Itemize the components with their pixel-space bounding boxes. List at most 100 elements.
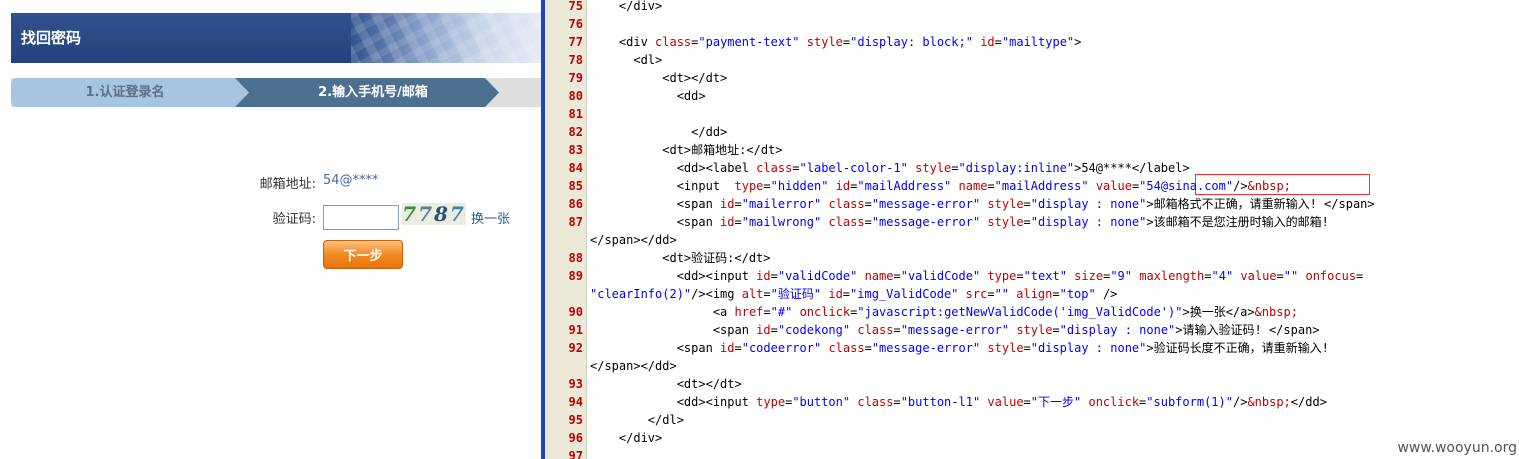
verification-code-input[interactable] bbox=[323, 205, 399, 230]
source-line: 93 <dt></dt> bbox=[569, 375, 742, 393]
code-token: "display : none" bbox=[1059, 323, 1176, 337]
code-token: "4" bbox=[1211, 269, 1234, 283]
source-line: 96 </div> bbox=[569, 429, 663, 447]
source-line: </span></dd> bbox=[590, 231, 677, 249]
line-number: 95 bbox=[568, 413, 583, 427]
source-line: 94 <dd><input type="button" class="butto… bbox=[569, 393, 1327, 411]
line-number: 97 bbox=[568, 449, 583, 459]
source-line: 83 <dt>邮箱地址:</dt> bbox=[569, 141, 783, 159]
masked-email-value: 54@**** bbox=[323, 173, 379, 188]
code-token: = bbox=[1023, 215, 1031, 229]
line-number: 96 bbox=[568, 431, 583, 445]
captcha-char: 7 bbox=[402, 203, 419, 225]
code-token: <dt></dt> bbox=[590, 71, 728, 85]
code-token: "#" bbox=[770, 305, 793, 319]
code-token: style bbox=[987, 215, 1024, 229]
line-number: 85 bbox=[568, 179, 583, 193]
code-token: = bbox=[1052, 287, 1060, 301]
code-token: onfocus bbox=[1305, 269, 1357, 283]
refresh-captcha-link[interactable]: 换一张 bbox=[471, 208, 510, 227]
code-token: </dd> bbox=[1290, 395, 1327, 409]
code-token: </span></dd> bbox=[590, 359, 677, 373]
code-token: id bbox=[756, 323, 771, 337]
code-token: align bbox=[1016, 287, 1053, 301]
line-number: 93 bbox=[568, 377, 583, 391]
code-token: id bbox=[835, 179, 851, 193]
code-token: "button-l1" bbox=[900, 395, 981, 409]
source-line: 89 <dd><input id="validCode" name="valid… bbox=[569, 267, 1364, 285]
code-token: = bbox=[763, 305, 771, 319]
code-token: <span bbox=[590, 323, 757, 337]
code-token: = bbox=[770, 323, 778, 337]
code-token: value bbox=[987, 395, 1024, 409]
source-line: 77 <div class="payment-text" style="disp… bbox=[569, 33, 1082, 51]
code-token: "hidden" bbox=[770, 179, 829, 193]
code-token: <dd><input bbox=[590, 269, 757, 283]
code-token: </span></dd> bbox=[590, 233, 677, 247]
code-token: = bbox=[734, 197, 742, 211]
email-address-label: 邮箱地址: bbox=[259, 177, 316, 192]
code-token: = bbox=[893, 269, 901, 283]
code-token: "display : none" bbox=[1030, 341, 1147, 355]
code-token: = bbox=[864, 341, 872, 355]
code-token: <div bbox=[590, 35, 656, 49]
code-token: = bbox=[1023, 395, 1031, 409]
source-line: 88 <dt>验证码:</dt> bbox=[569, 249, 771, 267]
code-token: "mailwrong" bbox=[741, 215, 822, 229]
code-token: = bbox=[1204, 269, 1212, 283]
code-token: </div> bbox=[590, 431, 663, 445]
code-token: type bbox=[756, 395, 786, 409]
code-token: = bbox=[763, 287, 771, 301]
code-token: id bbox=[720, 215, 735, 229]
code-token: src bbox=[965, 287, 988, 301]
watermark: www.wooyun.org bbox=[1397, 440, 1517, 456]
code-token: >换一张</a> bbox=[1182, 305, 1255, 319]
source-line: "clearInfo(2)"/><img alt="验证码" id="img_V… bbox=[590, 285, 1117, 303]
code-token: "" bbox=[1283, 269, 1299, 283]
step-enter-phone-email: 2.输入手机号/邮箱 bbox=[235, 78, 499, 107]
code-token: onclick bbox=[1088, 395, 1140, 409]
code-token: = bbox=[1356, 269, 1364, 283]
code-token: id bbox=[720, 341, 735, 355]
code-token: &nbsp; bbox=[1247, 395, 1291, 409]
line-number: 87 bbox=[568, 215, 583, 229]
source-line: 84 <dd><label class="label-color-1" styl… bbox=[569, 159, 1190, 177]
code-token: &nbsp; bbox=[1247, 179, 1291, 193]
code-token: <span bbox=[590, 215, 721, 229]
code-token: "payment-text" bbox=[698, 35, 800, 49]
captcha-char: 7 bbox=[449, 203, 466, 225]
source-line: 92 <span id="codeerror" class="message-e… bbox=[569, 339, 1329, 357]
code-token: "clearInfo(2)" bbox=[590, 287, 692, 301]
line-number: 78 bbox=[568, 53, 583, 67]
code-token: = bbox=[893, 395, 901, 409]
code-token: "9" bbox=[1110, 269, 1132, 283]
code-token: <dd> bbox=[590, 89, 706, 103]
code-token: "top" bbox=[1059, 287, 1096, 301]
code-token: "mailerror" bbox=[741, 197, 822, 211]
keyboard-banner-image bbox=[351, 13, 541, 63]
code-token: value bbox=[1240, 269, 1277, 283]
code-token: /> bbox=[1095, 287, 1118, 301]
code-token: >验证码长度不正确，请重新输入! bbox=[1146, 341, 1329, 355]
code-token: "validCode" bbox=[777, 269, 858, 283]
code-token: value bbox=[1095, 179, 1132, 193]
code-token: class bbox=[828, 341, 865, 355]
code-token: id bbox=[980, 35, 995, 49]
next-step-button[interactable]: 下一步 bbox=[323, 240, 403, 269]
code-token: "label-color-1" bbox=[799, 161, 908, 175]
code-token: /><img bbox=[691, 287, 742, 301]
source-line: 86 <span id="mailerror" class="message-e… bbox=[569, 195, 1375, 213]
code-token: "message-error" bbox=[871, 341, 981, 355]
code-token: "img_ValidCode" bbox=[850, 287, 959, 301]
source-line: 85 <input type="hidden" id="mailAddress"… bbox=[569, 177, 1291, 195]
code-token: class bbox=[655, 35, 692, 49]
code-token: "" bbox=[994, 287, 1010, 301]
code-token: /> bbox=[1232, 395, 1248, 409]
line-number: 92 bbox=[568, 341, 583, 355]
page-title: 找回密码 bbox=[21, 29, 82, 47]
code-token: <input bbox=[590, 179, 735, 193]
captcha-image: 7787 bbox=[402, 203, 466, 225]
